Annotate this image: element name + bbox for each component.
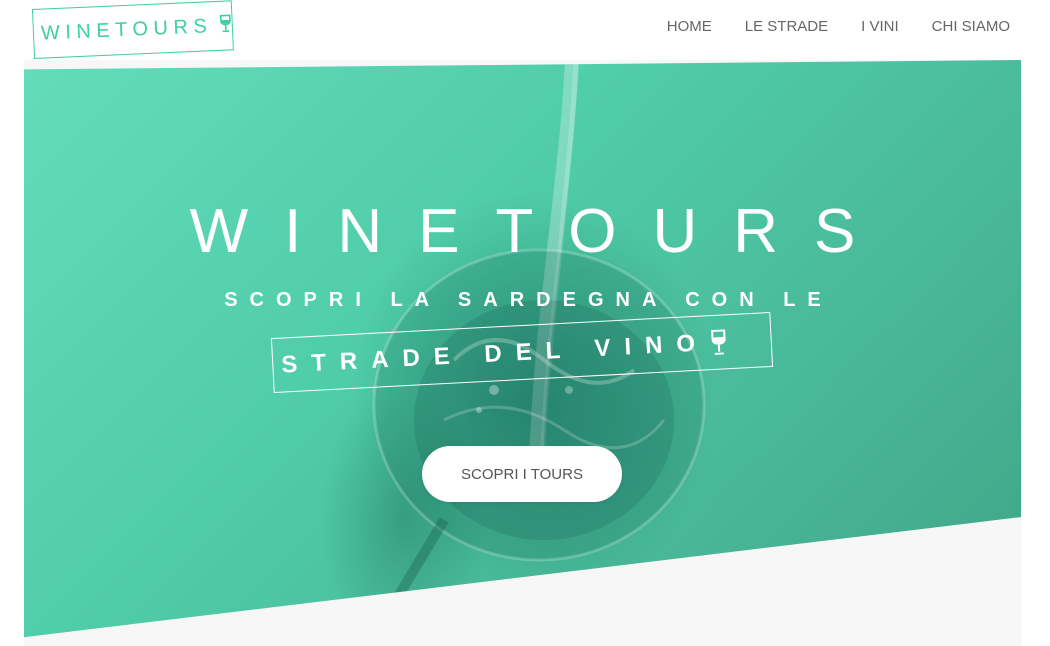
site-header: WINETOURS HOME LE STRADE I VINI CHI SIAM… — [0, 0, 1050, 60]
nav-item-le-strade[interactable]: LE STRADE — [745, 18, 828, 35]
logo-text: WINETOURS — [40, 14, 213, 45]
site-logo[interactable]: WINETOURS — [31, 0, 234, 59]
nav-item-chi-siamo[interactable]: CHI SIAMO — [932, 18, 1010, 35]
wine-glass-icon — [711, 328, 726, 355]
hero-background: WINETOURS SCOPRI LA SARDEGNA CON LE STRA… — [24, 60, 1021, 638]
nav-item-home[interactable]: HOME — [667, 18, 712, 35]
main-nav: HOME LE STRADE I VINI CHI SIAMO — [634, 18, 1010, 35]
hero-subtitle: SCOPRI LA SARDEGNA CON LE — [224, 289, 833, 311]
wine-glass-icon — [220, 14, 232, 33]
discover-tours-button[interactable]: SCOPRI I TOURS — [422, 446, 622, 502]
hero-tagline: STRADE DEL VINO — [280, 328, 710, 379]
nav-item-i-vini[interactable]: I VINI — [861, 18, 899, 35]
hero-section: WINETOURS SCOPRI LA SARDEGNA CON LE STRA… — [24, 60, 1021, 646]
hero-title: WINETOURS — [189, 197, 892, 266]
page: WINETOURS HOME LE STRADE I VINI CHI SIAM… — [0, 0, 1050, 646]
